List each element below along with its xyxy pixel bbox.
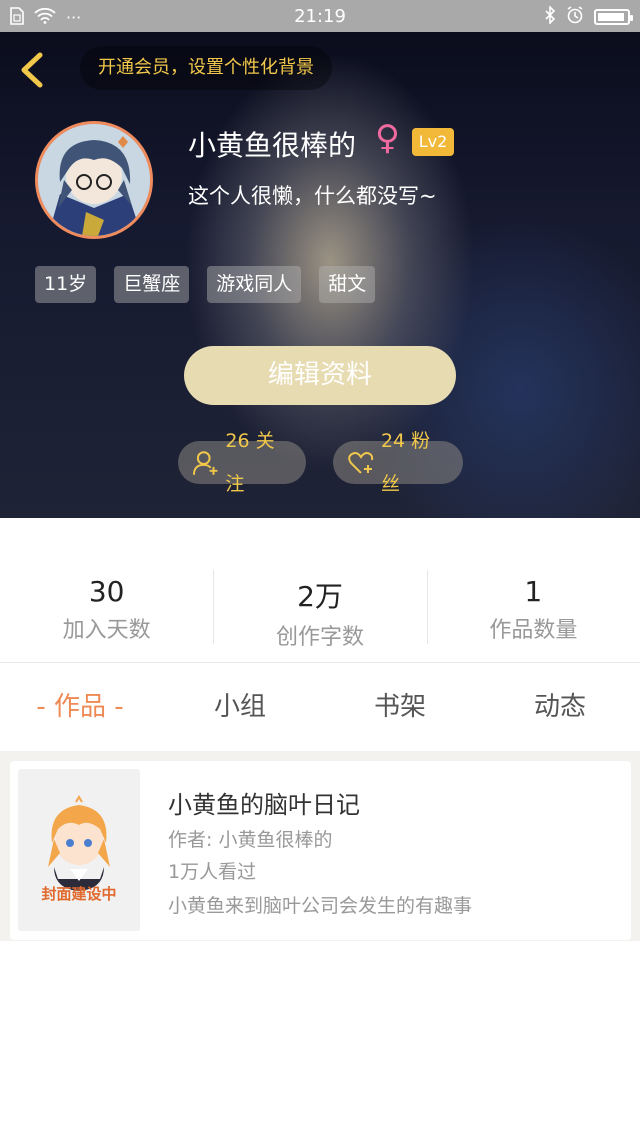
stat-value: 1: [524, 575, 543, 608]
work-views: 1万人看过: [168, 861, 257, 883]
heart-plus-icon: [348, 451, 374, 474]
work-author: 作者: 小黄鱼很棒的: [168, 829, 333, 851]
fans-button[interactable]: 24 粉丝: [333, 430, 463, 495]
tag-list: 11岁 巨蟹座 游戏同人 甜文: [35, 266, 376, 303]
works-list: 封面建设中 小黄鱼的脑叶日记 作者: 小黄鱼很棒的 1万人看过 小黄鱼来到脑叶公…: [0, 761, 640, 941]
stat-label: 创作字数: [275, 625, 364, 650]
female-icon: ♀: [375, 118, 400, 158]
work-description: 小黄鱼来到脑叶公司会发生的有趣事: [168, 895, 473, 917]
tab-bookshelf[interactable]: 书架: [320, 663, 480, 751]
stat-works-count: 1 作品数量: [426, 518, 640, 662]
stats-bar: 30 加入天数 2万 创作字数 1 作品数量: [0, 518, 640, 663]
profile-header: 开通会员，设置个性化背景 小黄鱼很棒的 ♀ Lv2 这个人很懒，什么都没写~ 1…: [0, 32, 640, 518]
nickname: 小黄鱼很棒的: [188, 129, 357, 162]
tab-activity[interactable]: 动态: [480, 663, 640, 751]
vip-banner[interactable]: 开通会员，设置个性化背景: [80, 46, 332, 90]
stat-join-days: 30 加入天数: [0, 518, 213, 662]
avatar[interactable]: [35, 121, 153, 239]
tag-style: 甜文: [319, 266, 376, 303]
stat-label: 加入天数: [62, 618, 151, 643]
bluetooth-icon: [544, 5, 556, 28]
following-button[interactable]: 26 关注: [178, 430, 306, 495]
stat-value: 30: [88, 575, 125, 608]
cover-placeholder-image: [18, 769, 140, 931]
following-count: 26 关注: [225, 429, 275, 495]
work-card[interactable]: 封面建设中 小黄鱼的脑叶日记 作者: 小黄鱼很棒的 1万人看过 小黄鱼来到脑叶公…: [10, 761, 631, 940]
signature: 这个人很懒，什么都没写~: [188, 184, 437, 208]
avatar-image: [38, 124, 150, 236]
tab-groups[interactable]: 小组: [160, 663, 320, 751]
work-cover[interactable]: 封面建设中: [18, 769, 140, 931]
tag-age: 11岁: [35, 266, 97, 303]
level-badge: Lv2: [412, 128, 454, 156]
stat-value: 2万: [297, 580, 343, 613]
status-bar: ··· 21:19: [0, 0, 640, 32]
work-title[interactable]: 小黄鱼的脑叶日记: [168, 785, 360, 820]
stat-word-count: 2万 创作字数: [213, 518, 426, 662]
section-divider: [0, 751, 640, 761]
battery-icon: [594, 9, 633, 25]
edit-profile-button[interactable]: 编辑资料: [184, 346, 456, 405]
fans-count: 24 粉丝: [380, 429, 431, 495]
stat-label: 作品数量: [489, 618, 578, 643]
profile-tabs: - 作品 - 小组 书架 动态: [0, 663, 640, 751]
tag-zodiac: 巨蟹座: [114, 266, 190, 303]
alarm-clock-icon: [566, 6, 584, 28]
cover-placeholder-text: 封面建设中: [41, 885, 117, 903]
back-button[interactable]: [14, 50, 54, 90]
tag-genre: 游戏同人: [207, 266, 302, 303]
chevron-left-icon: [21, 52, 43, 88]
user-add-icon: [192, 450, 218, 475]
tab-works[interactable]: - 作品 -: [0, 663, 160, 751]
